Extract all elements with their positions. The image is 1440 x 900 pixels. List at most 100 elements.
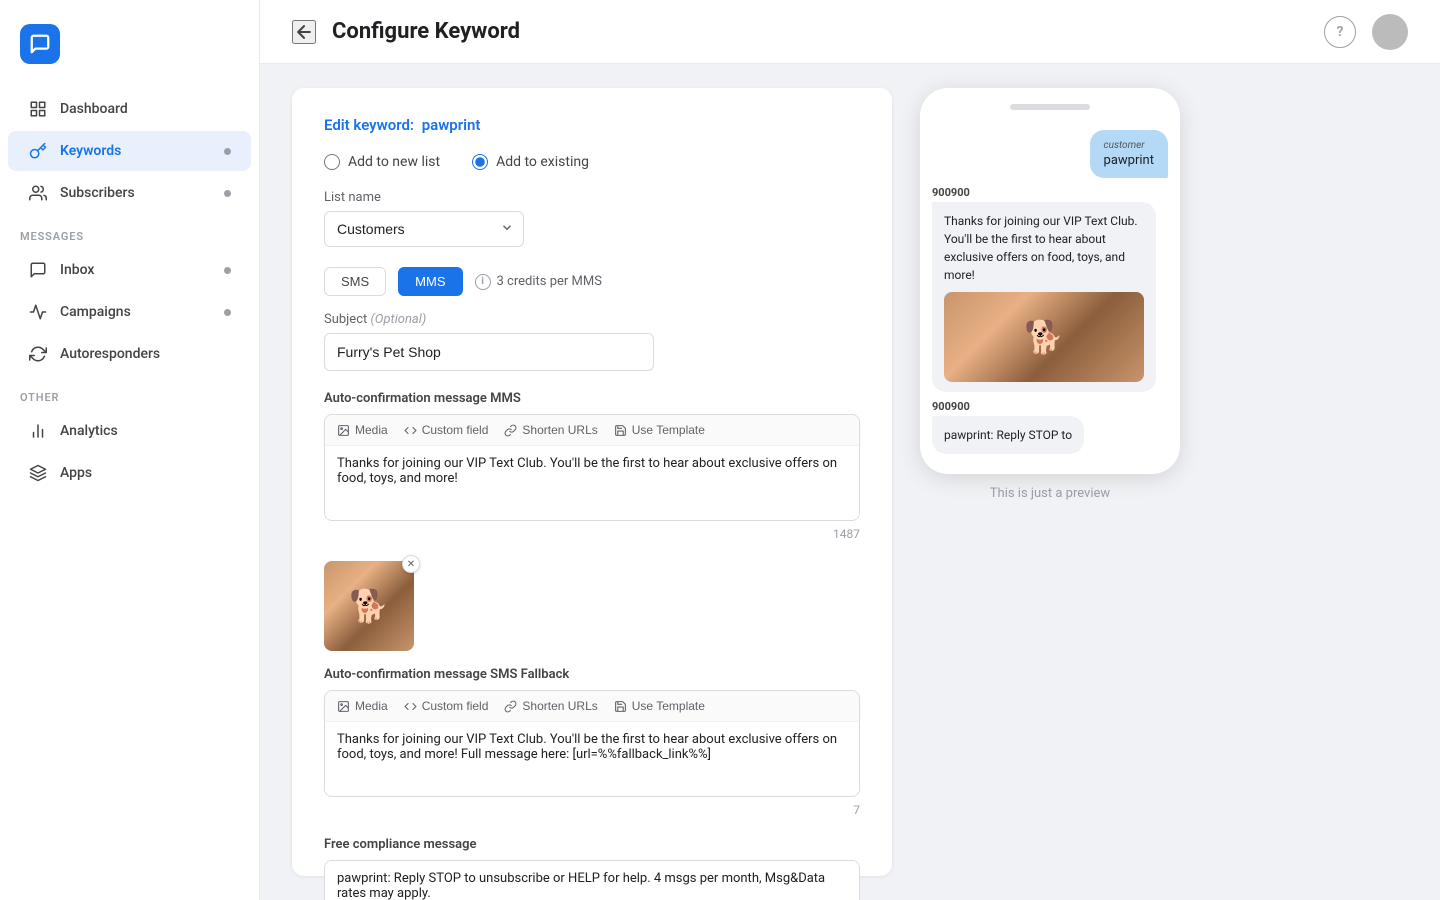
- dog-image-preview: 🐕: [944, 292, 1144, 382]
- credits-info: i 3 credits per MMS: [475, 274, 602, 290]
- sender-id: 900900: [932, 186, 1156, 199]
- sms-custom-field-btn[interactable]: Custom field: [404, 699, 489, 713]
- nav-dot: [224, 148, 231, 155]
- nav-dot: [224, 190, 231, 197]
- sidebar-item-label: Subscribers: [60, 185, 135, 201]
- form-card: Edit keyword: pawprint Add to new list A…: [292, 88, 892, 876]
- sidebar-item-apps[interactable]: Apps: [8, 453, 251, 493]
- back-button[interactable]: [292, 20, 316, 44]
- image-close-button[interactable]: ✕: [402, 555, 420, 573]
- mms-textarea[interactable]: Thanks for joining our VIP Text Club. Yo…: [325, 446, 859, 516]
- radio-group: Add to new list Add to existing: [324, 154, 860, 170]
- radio-existing[interactable]: Add to existing: [472, 154, 589, 170]
- sidebar-item-label: Keywords: [60, 143, 121, 159]
- sidebar: Dashboard Keywords Subscribers Messages …: [0, 0, 260, 900]
- sidebar-item-label: Dashboard: [60, 101, 128, 117]
- phone-frame: customer pawprint 900900 Thanks for join…: [920, 88, 1180, 474]
- help-icon[interactable]: ?: [1324, 16, 1356, 48]
- sidebar-item-subscribers[interactable]: Subscribers: [8, 173, 251, 213]
- custom-field-btn[interactable]: Custom field: [404, 423, 489, 437]
- second-sender-id: 900900: [932, 400, 1084, 413]
- main-wrapper: Configure Keyword ? Edit keyword: pawpri…: [260, 0, 1440, 900]
- mms-tab[interactable]: MMS: [398, 267, 462, 296]
- sms-message-group: Auto-confirmation message SMS Fallback M…: [324, 667, 860, 817]
- media-btn[interactable]: Media: [337, 423, 388, 437]
- megaphone-icon: [28, 302, 48, 322]
- sidebar-item-label: Apps: [60, 465, 92, 481]
- topbar-right: ?: [1324, 14, 1408, 50]
- edit-keyword-label: Edit keyword: pawprint: [324, 116, 860, 134]
- customer-sender: customer: [1104, 140, 1154, 151]
- second-response-message: 900900 pawprint: Reply STOP to: [932, 400, 1084, 454]
- compliance-section-label: Free compliance message: [324, 837, 860, 852]
- radio-new-list-label: Add to new list: [348, 154, 440, 170]
- mms-section-label: Auto-confirmation message MMS: [324, 391, 860, 406]
- sms-section-label: Auto-confirmation message SMS Fallback: [324, 667, 860, 682]
- preview-label: This is just a preview: [990, 486, 1110, 501]
- mms-char-count: 1487: [324, 527, 860, 541]
- sms-mms-row: SMS MMS i 3 credits per MMS: [324, 267, 860, 296]
- image-preview: 🐕 ✕: [324, 561, 414, 651]
- compliance-textarea[interactable]: pawprint: Reply STOP to unsubscribe or H…: [325, 861, 859, 900]
- use-template-btn[interactable]: Use Template: [614, 423, 705, 437]
- list-name-group: List name Customers Subscribers VIP Memb…: [324, 190, 860, 247]
- sidebar-item-dashboard[interactable]: Dashboard: [8, 89, 251, 129]
- sidebar-item-inbox[interactable]: Inbox: [8, 250, 251, 290]
- nav-dot: [224, 309, 231, 316]
- list-name-label: List name: [324, 190, 860, 205]
- second-response-bubble: pawprint: Reply STOP to: [932, 416, 1084, 454]
- radio-existing-input[interactable]: [472, 154, 488, 170]
- sms-textarea[interactable]: Thanks for joining our VIP Text Club. Yo…: [325, 722, 859, 792]
- app-logo[interactable]: [20, 24, 60, 64]
- users-icon: [28, 183, 48, 203]
- shorten-urls-btn[interactable]: Shorten URLs: [504, 423, 597, 437]
- info-icon: i: [475, 274, 491, 290]
- subject-optional: (Optional): [370, 312, 426, 327]
- chat-bubble-container: customer pawprint 900900 Thanks for join…: [932, 126, 1168, 458]
- compliance-section: Free compliance message pawprint: Reply …: [324, 837, 860, 900]
- keyword-value: pawprint: [422, 116, 481, 134]
- subject-input[interactable]: [324, 333, 654, 371]
- sms-shorten-urls-btn[interactable]: Shorten URLs: [504, 699, 597, 713]
- dog-image: 🐕: [324, 561, 414, 651]
- sidebar-item-label: Inbox: [60, 262, 94, 278]
- sms-tab[interactable]: SMS: [324, 267, 386, 296]
- other-section-label: Other: [0, 375, 259, 410]
- sidebar-item-autoresponders[interactable]: Autoresponders: [8, 334, 251, 374]
- sms-toolbar: Media Custom field Shorten URLs Use: [325, 691, 859, 722]
- sidebar-item-keywords[interactable]: Keywords: [8, 131, 251, 171]
- mms-message-group: Auto-confirmation message MMS Media Cust…: [324, 391, 860, 541]
- sidebar-item-label: Analytics: [60, 423, 118, 439]
- customer-message: pawprint: [1104, 153, 1154, 168]
- sms-char-count: 7: [324, 803, 860, 817]
- logo-container: [0, 16, 259, 88]
- response-bubble: Thanks for joining our VIP Text Club. Yo…: [932, 202, 1156, 392]
- list-name-select-wrapper: Customers Subscribers VIP Members: [324, 211, 524, 247]
- sidebar-item-analytics[interactable]: Analytics: [8, 411, 251, 451]
- mms-message-box: Media Custom field Shorten URLs Use: [324, 414, 860, 521]
- sidebar-item-campaigns[interactable]: Campaigns: [8, 292, 251, 332]
- apps-icon: [28, 463, 48, 483]
- avatar[interactable]: [1372, 14, 1408, 50]
- response-text: Thanks for joining our VIP Text Club. Yo…: [944, 212, 1144, 284]
- customer-bubble: customer pawprint: [1090, 130, 1168, 178]
- sms-message-box: Media Custom field Shorten URLs Use: [324, 690, 860, 797]
- list-name-select[interactable]: Customers Subscribers VIP Members: [324, 211, 524, 247]
- subject-label: Subject (Optional): [324, 312, 860, 327]
- refresh-icon: [28, 344, 48, 364]
- topbar: Configure Keyword ?: [260, 0, 1440, 64]
- response-message: 900900 Thanks for joining our VIP Text C…: [932, 186, 1156, 392]
- second-message-text: pawprint: Reply STOP to: [944, 426, 1072, 444]
- key-icon: [28, 141, 48, 161]
- radio-new-list[interactable]: Add to new list: [324, 154, 440, 170]
- radio-existing-label: Add to existing: [496, 154, 589, 170]
- chart-icon: [28, 421, 48, 441]
- phone-notch: [1010, 104, 1090, 110]
- credits-text: 3 credits per MMS: [497, 274, 602, 289]
- compliance-message-box: pawprint: Reply STOP to unsubscribe or H…: [324, 860, 860, 900]
- sms-use-template-btn[interactable]: Use Template: [614, 699, 705, 713]
- radio-new-list-input[interactable]: [324, 154, 340, 170]
- page-title: Configure Keyword: [332, 19, 520, 44]
- sidebar-item-label: Campaigns: [60, 304, 131, 320]
- sms-media-btn[interactable]: Media: [337, 699, 388, 713]
